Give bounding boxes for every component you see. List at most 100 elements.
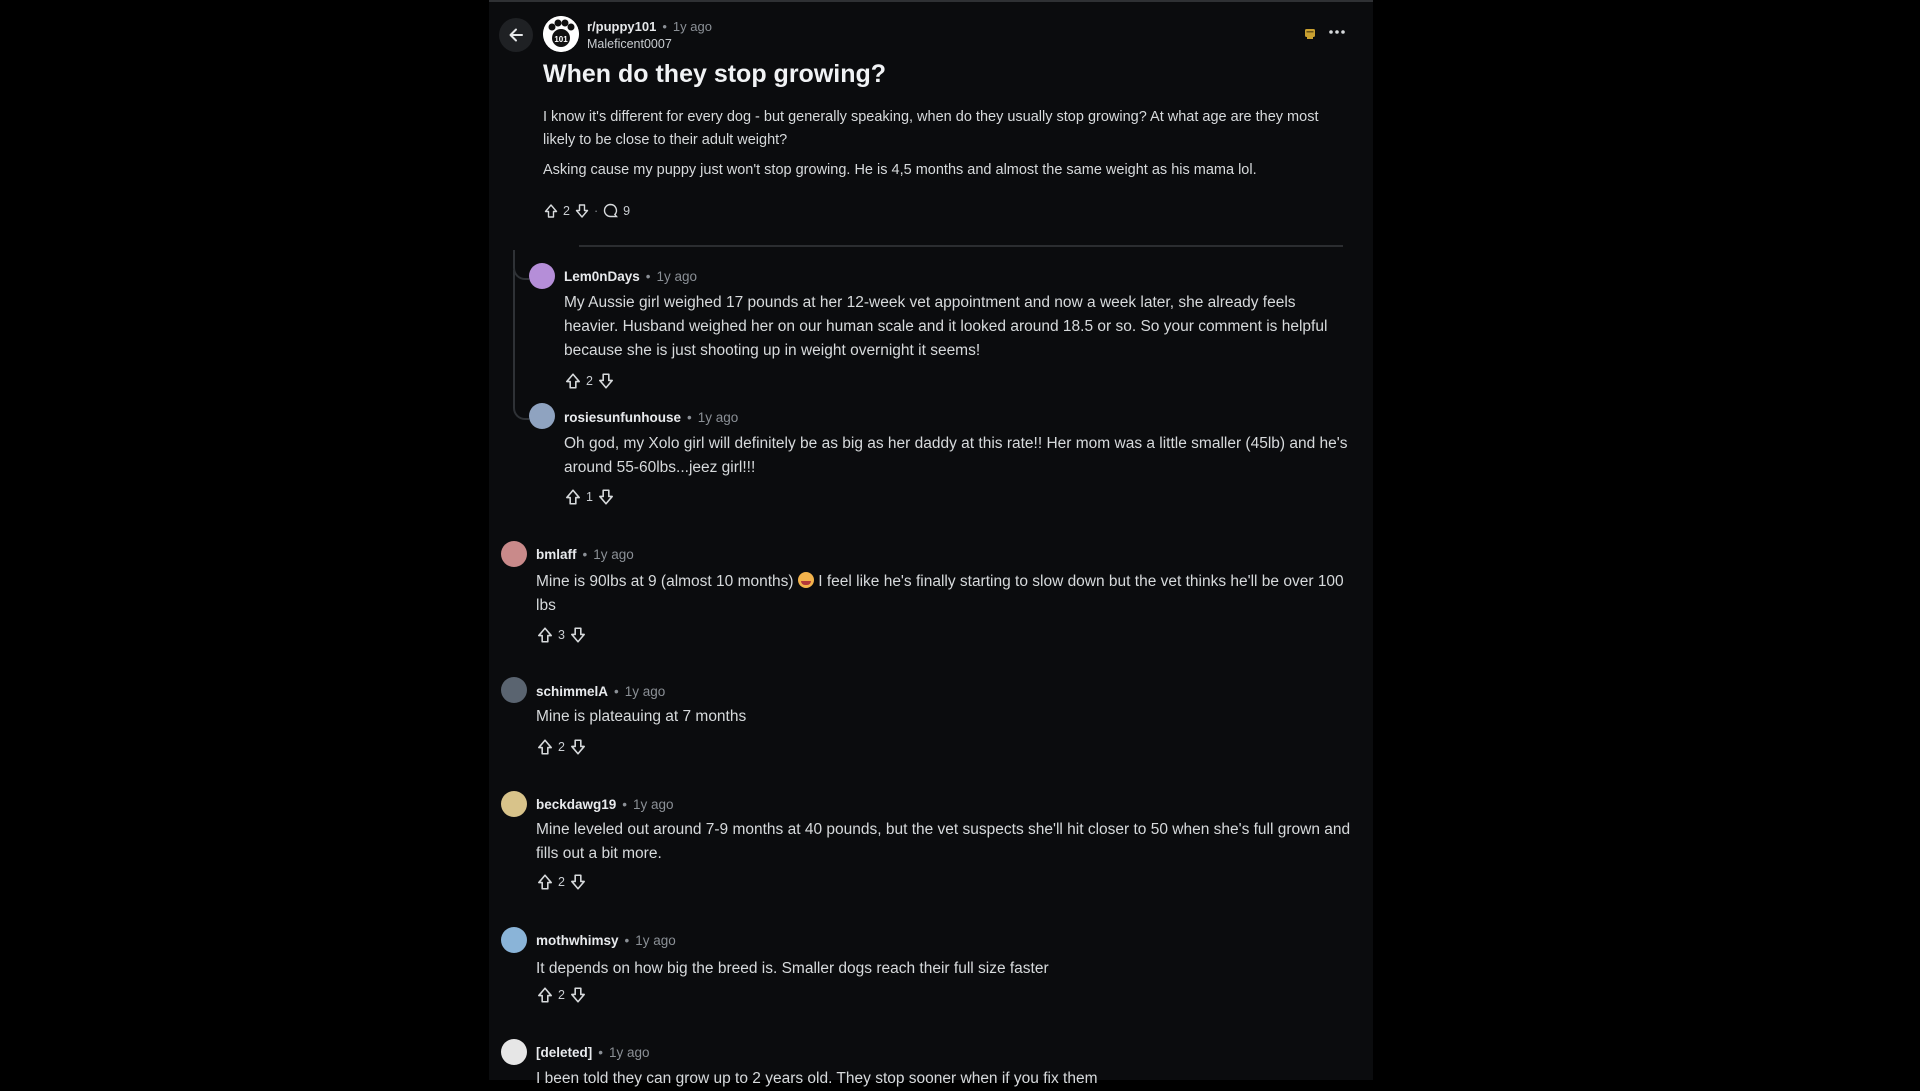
top-border: [489, 0, 1373, 2]
comment-header: rosiesunfunhouse • 1y ago: [564, 410, 738, 425]
comment-time: 1y ago: [624, 684, 666, 699]
downvote-icon: [598, 373, 613, 389]
comment-username[interactable]: rosiesunfunhouse: [564, 410, 681, 425]
upvote-button[interactable]: [536, 986, 554, 1004]
upvote-button[interactable]: [564, 372, 582, 390]
meta-separator: •: [598, 1045, 603, 1060]
upvote-button[interactable]: [536, 626, 554, 644]
post-body: I know it's different for every dog - bu…: [543, 106, 1353, 189]
post-title: When do they stop growing?: [543, 60, 887, 88]
downvote-icon: [570, 874, 585, 890]
avatar[interactable]: [501, 927, 527, 953]
arrow-left-icon: [509, 28, 523, 42]
downvote-button[interactable]: [569, 873, 587, 891]
post-comment-count: 9: [623, 203, 631, 218]
upvote-button[interactable]: [543, 203, 559, 219]
comment-username[interactable]: mothwhimsy: [536, 933, 619, 948]
comment-text: It depends on how big the breed is. Smal…: [536, 960, 1049, 977]
comment-vote-count: 2: [558, 740, 565, 754]
meta-separator: •: [582, 547, 588, 562]
post-meta: r/puppy101 • 1y ago: [587, 19, 712, 34]
comment-text: I been told they can grow up to 2 years …: [536, 1070, 1098, 1087]
downvote-button[interactable]: [569, 626, 587, 644]
upvote-button[interactable]: [564, 488, 582, 506]
meta-separator: •: [687, 410, 692, 425]
comment-actions: 2: [564, 372, 615, 390]
thread-line: [513, 270, 529, 420]
comment-time: 1y ago: [633, 797, 674, 812]
avatar[interactable]: [501, 791, 527, 817]
downvote-button[interactable]: [597, 372, 615, 390]
comment-username[interactable]: [deleted]: [536, 1045, 592, 1060]
comment-username[interactable]: Lem0nDays: [564, 269, 640, 284]
downvote-button[interactable]: [574, 203, 590, 219]
post-actions: 2 · 9: [543, 202, 630, 219]
comment-actions: 1: [564, 488, 615, 506]
downvote-button[interactable]: [569, 738, 587, 756]
meta-separator: •: [662, 19, 667, 34]
comment-text-part: Mine is 90lbs at 9 (almost 10 months): [536, 573, 794, 590]
comment-actions: 2: [536, 873, 587, 891]
meta-separator: •: [624, 933, 630, 948]
subreddit-name[interactable]: r/puppy101: [587, 19, 656, 34]
comment-vote-count: 2: [558, 875, 565, 889]
comment-text: Mine is plateauing at 7 months: [536, 708, 747, 725]
comment-vote-count: 3: [558, 628, 565, 642]
comment-header: beckdawg19 • 1y ago: [536, 797, 674, 812]
downvote-icon: [570, 627, 585, 643]
more-horizontal-icon: [1329, 30, 1345, 34]
sub-badge-text: 101: [554, 35, 568, 44]
back-button[interactable]: [499, 18, 533, 52]
comment-vote-count: 1: [586, 490, 593, 504]
comment-username[interactable]: bmlaff: [536, 547, 577, 562]
post-vote-count: 2: [563, 203, 570, 218]
award-button[interactable]: [1304, 27, 1316, 45]
downvote-icon: [598, 489, 613, 505]
downvote-button[interactable]: [597, 488, 615, 506]
post-time: 1y ago: [672, 19, 712, 34]
downvote-button[interactable]: [569, 986, 587, 1004]
comment-vote-count: 2: [586, 374, 593, 388]
upvote-button[interactable]: [536, 738, 554, 756]
avatar[interactable]: [529, 403, 555, 429]
comment-time: 1y ago: [697, 410, 739, 425]
avatar[interactable]: [501, 541, 527, 567]
upvote-icon: [538, 874, 552, 890]
post-paragraph: I know it's different for every dog - bu…: [543, 109, 1319, 148]
avatar[interactable]: [529, 263, 555, 289]
post-paragraph: Asking cause my puppy just won't stop gr…: [543, 162, 1257, 178]
comment-time: 1y ago: [635, 933, 676, 948]
comment-actions: 3: [536, 626, 587, 644]
comment-time: 1y ago: [593, 547, 634, 562]
comment-time: 1y ago: [656, 269, 698, 284]
more-options-button[interactable]: [1324, 22, 1350, 42]
comment-actions: 2: [536, 986, 587, 1004]
meta-separator: •: [622, 797, 628, 812]
comment-text: My Aussie girl weighed 17 pounds at her …: [564, 294, 1328, 359]
subreddit-avatar[interactable]: 101: [543, 16, 579, 52]
comment-header: [deleted] • 1y ago: [536, 1045, 650, 1060]
action-separator: ·: [593, 203, 599, 218]
meta-separator: •: [645, 269, 651, 284]
avatar[interactable]: [501, 677, 527, 703]
comment-vote-count: 2: [558, 988, 565, 1002]
comment-header: schimmelA • 1y ago: [536, 684, 665, 699]
comment-username[interactable]: beckdawg19: [536, 797, 616, 812]
avatar[interactable]: [501, 1039, 527, 1065]
upvote-icon: [566, 373, 580, 389]
comment-text: Mine is 90lbs at 9 (almost 10 months) I …: [536, 570, 1356, 618]
paw-logo-icon: 101: [543, 16, 579, 52]
downvote-icon: [575, 203, 589, 218]
upvote-icon: [566, 489, 580, 505]
comments-button[interactable]: [602, 202, 619, 219]
upvote-icon: [538, 627, 552, 643]
upvote-icon: [538, 987, 552, 1003]
downvote-icon: [570, 987, 585, 1003]
section-divider: [579, 245, 1343, 247]
comment-actions: 2: [536, 738, 587, 756]
comment-bubble-icon: [603, 203, 619, 218]
upvote-button[interactable]: [536, 873, 554, 891]
post-author[interactable]: Maleficent0007: [587, 37, 672, 51]
comment-header: mothwhimsy • 1y ago: [536, 933, 676, 948]
comment-username[interactable]: schimmelA: [536, 684, 608, 699]
